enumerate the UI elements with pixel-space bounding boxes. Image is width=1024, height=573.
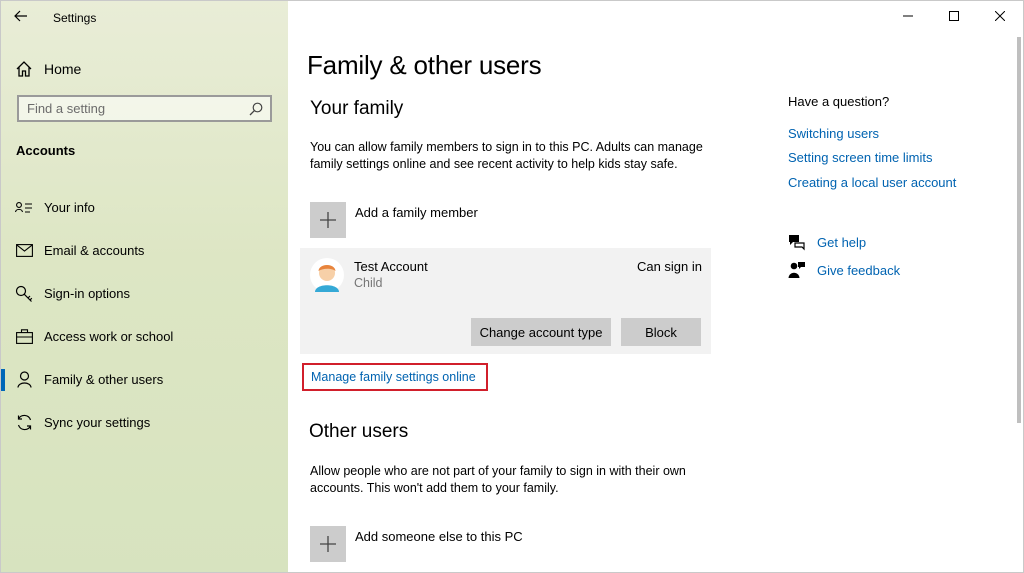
other-users-heading: Other users bbox=[309, 421, 409, 442]
sidebar-item-label: Email & accounts bbox=[44, 243, 145, 258]
chat-help-icon bbox=[789, 235, 805, 251]
add-family-member-label: Add a family member bbox=[355, 204, 478, 220]
give-feedback-link[interactable]: Give feedback bbox=[817, 263, 900, 278]
back-button[interactable] bbox=[9, 5, 33, 27]
account-name: Test Account bbox=[354, 259, 428, 274]
plus-icon bbox=[310, 526, 346, 562]
maximize-icon bbox=[949, 11, 959, 21]
section-title-accounts: Accounts bbox=[16, 143, 76, 158]
minimize-button[interactable] bbox=[885, 1, 931, 31]
search-input[interactable] bbox=[19, 100, 248, 117]
change-account-type-button[interactable]: Change account type bbox=[471, 318, 611, 346]
help-question: Have a question? bbox=[788, 94, 890, 109]
sidebar-item-access-work[interactable]: Access work or school bbox=[1, 315, 288, 358]
add-family-member-button[interactable]: Add a family member bbox=[310, 202, 478, 238]
local-user-account-link[interactable]: Creating a local user account bbox=[788, 175, 956, 190]
scrollbar[interactable] bbox=[1017, 37, 1021, 423]
title-bar: Settings bbox=[1, 1, 288, 33]
home-label: Home bbox=[44, 61, 82, 77]
feedback-person-icon bbox=[788, 262, 805, 278]
get-help-row[interactable]: Get help bbox=[788, 233, 866, 251]
sidebar-nav: Your info Email & accounts Sign-in optio… bbox=[1, 186, 288, 444]
other-users-description: Allow people who are not part of your fa… bbox=[310, 464, 686, 495]
sidebar: Settings Home Accounts Your info Email & bbox=[1, 1, 288, 572]
get-help-link[interactable]: Get help bbox=[817, 235, 866, 250]
close-button[interactable] bbox=[977, 1, 1023, 31]
home-nav-item[interactable]: Home bbox=[15, 57, 275, 81]
app-title: Settings bbox=[53, 11, 97, 25]
page-title: Family & other users bbox=[307, 50, 542, 80]
sidebar-item-label: Sync your settings bbox=[44, 415, 151, 430]
sidebar-item-your-info[interactable]: Your info bbox=[1, 186, 288, 229]
add-someone-else-button[interactable]: Add someone else to this PC bbox=[310, 526, 523, 562]
plus-icon bbox=[310, 202, 346, 238]
person-icon bbox=[15, 371, 33, 389]
search-box[interactable] bbox=[17, 95, 272, 122]
manage-family-settings-link[interactable]: Manage family settings online bbox=[311, 370, 476, 384]
your-family-heading: Your family bbox=[310, 98, 404, 119]
sync-icon bbox=[15, 414, 33, 432]
main-content: Family & other users Your family You can… bbox=[288, 1, 1023, 572]
contact-card-icon bbox=[15, 199, 33, 217]
manage-family-highlight: Manage family settings online bbox=[302, 363, 488, 391]
maximize-button[interactable] bbox=[931, 1, 977, 31]
sidebar-item-label: Your info bbox=[44, 200, 95, 215]
back-arrow-icon bbox=[14, 10, 27, 22]
sidebar-item-sync-settings[interactable]: Sync your settings bbox=[1, 401, 288, 444]
sidebar-item-label: Family & other users bbox=[44, 372, 164, 387]
settings-window: Settings Home Accounts Your info Email & bbox=[0, 0, 1024, 573]
sidebar-item-label: Sign-in options bbox=[44, 286, 130, 301]
account-role: Child bbox=[354, 276, 383, 290]
screen-time-limits-link[interactable]: Setting screen time limits bbox=[788, 150, 933, 165]
minimize-icon bbox=[903, 15, 913, 17]
sidebar-item-label: Access work or school bbox=[44, 329, 174, 344]
briefcase-icon bbox=[15, 328, 33, 346]
window-controls bbox=[885, 1, 1023, 31]
key-icon bbox=[15, 285, 33, 303]
mail-icon bbox=[15, 242, 33, 260]
sidebar-item-sign-in-options[interactable]: Sign-in options bbox=[1, 272, 288, 315]
add-someone-else-label: Add someone else to this PC bbox=[355, 528, 523, 544]
give-feedback-row[interactable]: Give feedback bbox=[788, 261, 900, 279]
sidebar-item-family-other-users[interactable]: Family & other users bbox=[1, 358, 288, 401]
block-button[interactable]: Block bbox=[621, 318, 701, 346]
search-icon[interactable] bbox=[248, 101, 264, 117]
close-icon bbox=[995, 11, 1005, 21]
home-icon bbox=[16, 61, 32, 77]
family-account-card[interactable]: Test Account Child Can sign in Change ac… bbox=[300, 248, 711, 354]
account-status: Can sign in bbox=[636, 259, 702, 274]
your-family-description: You can allow family members to sign in … bbox=[310, 140, 703, 171]
sidebar-item-email-accounts[interactable]: Email & accounts bbox=[1, 229, 288, 272]
switching-users-link[interactable]: Switching users bbox=[788, 126, 879, 141]
child-avatar-icon bbox=[310, 258, 344, 292]
